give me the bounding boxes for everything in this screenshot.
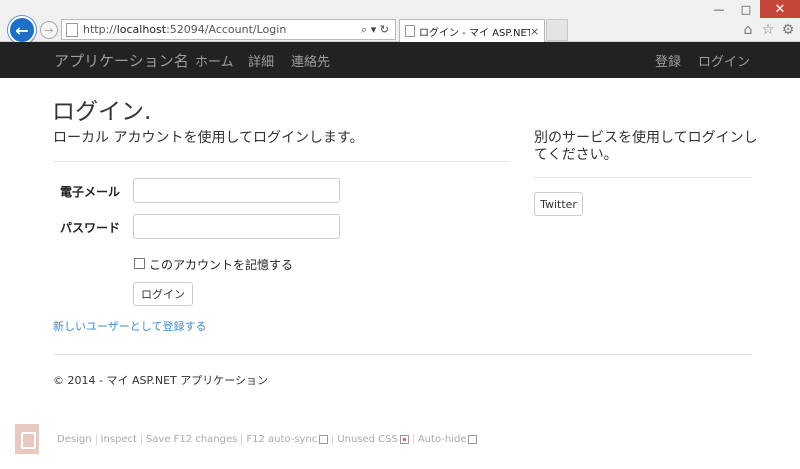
browser-tab[interactable]: ログイン - マイ ASP.NET アプ... × [399, 19, 545, 42]
nav-about[interactable]: 詳細 [248, 51, 274, 70]
tab-close-icon[interactable]: × [530, 25, 544, 38]
password-label: パスワード [60, 221, 121, 235]
new-tab-button[interactable] [546, 19, 568, 41]
navbar-brand[interactable]: アプリケーション名 [54, 50, 189, 71]
remember-me-label[interactable]: このアカウントを記憶する [149, 256, 293, 273]
browser-chrome: — □ ✕ ← → http://localhost:52094/Account… [0, 0, 800, 44]
email-field[interactable] [133, 178, 340, 203]
auto-hide-toggle[interactable]: Auto-hide [414, 434, 482, 445]
external-login-heading: 別のサービスを使用してログインしてください。 [534, 130, 758, 163]
visual-studio-logo-icon[interactable] [15, 424, 39, 454]
nav-register[interactable]: 登録 [655, 51, 681, 70]
forward-button[interactable]: → [40, 21, 58, 39]
tab-title: ログイン - マイ ASP.NET アプ... [419, 27, 530, 39]
register-link[interactable]: 新しいユーザーとして登録する [53, 318, 206, 334]
twitter-login-button[interactable]: Twitter [534, 192, 583, 216]
divider [534, 177, 752, 178]
url-text[interactable]: http://localhost:52094/Account/Login [83, 23, 355, 36]
nav-login[interactable]: ログイン [698, 51, 750, 70]
save-f12-changes-button[interactable]: Save F12 changes [142, 434, 243, 445]
email-label: 電子メール [60, 185, 121, 199]
unused-css-toggle[interactable]: Unused CSS [333, 434, 414, 445]
login-button[interactable]: ログイン [133, 282, 193, 306]
back-arrow-icon: ← [15, 20, 29, 40]
divider [53, 161, 510, 162]
address-bar[interactable]: http://localhost:52094/Account/Login ⌕ ▾… [61, 19, 396, 40]
site-navbar: アプリケーション名 ホーム 詳細 連絡先 登録 ログイン [0, 42, 800, 78]
tab-page-icon [405, 25, 415, 37]
remember-me-checkbox[interactable] [134, 258, 145, 269]
nav-home[interactable]: ホーム [195, 51, 234, 70]
settings-gear-icon[interactable]: ⚙ [780, 22, 796, 38]
back-button[interactable]: ← [8, 16, 36, 44]
f12-auto-sync-toggle[interactable]: F12 auto-sync [242, 434, 334, 445]
home-icon[interactable]: ⌂ [740, 22, 756, 38]
footer-text: © 2014 - マイ ASP.NET アプリケーション [53, 374, 269, 387]
favorites-star-icon[interactable]: ☆ [760, 22, 776, 38]
search-refresh-icons[interactable]: ⌕ ▾ ↻ [355, 23, 395, 37]
nav-contact[interactable]: 連絡先 [291, 51, 330, 70]
browser-link-toolbar: Design Inspect Save F12 changes F12 auto… [53, 432, 481, 447]
auto-hide-checkbox[interactable] [468, 435, 478, 444]
local-login-heading: ローカル アカウントを使用してログインします。 [53, 130, 364, 146]
design-button[interactable]: Design [53, 434, 97, 445]
password-field[interactable] [133, 214, 340, 239]
footer-divider [53, 354, 752, 355]
minimize-button[interactable]: — [706, 0, 732, 18]
page-title: ログイン. [52, 99, 152, 125]
f12-auto-sync-checkbox[interactable] [319, 435, 329, 444]
page-icon [66, 22, 78, 37]
inspect-button[interactable]: Inspect [97, 434, 142, 445]
maximize-button[interactable]: □ [733, 0, 759, 18]
forward-arrow-icon: → [44, 23, 54, 37]
unused-css-checkbox[interactable] [399, 435, 409, 444]
close-window-button[interactable]: ✕ [760, 0, 800, 18]
